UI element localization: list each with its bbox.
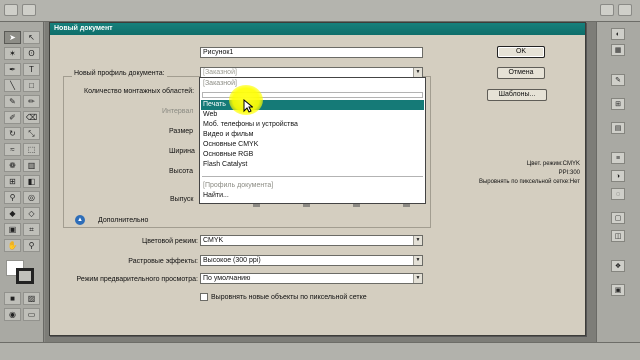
profile-label: Новый профиль документа:: [72, 69, 167, 78]
direct-selection-tool-icon[interactable]: ↖: [23, 31, 40, 44]
app-toolbar: [0, 0, 640, 22]
align-pixel-grid-checkbox[interactable]: [200, 293, 208, 301]
chevron-down-icon[interactable]: ▼: [413, 256, 422, 265]
profile-value: [Заказной]: [203, 69, 237, 76]
eraser-tool-icon[interactable]: ⌫: [23, 111, 40, 124]
toolbar-button[interactable]: [618, 4, 632, 16]
status-bar: [0, 342, 640, 360]
gradient-mode-icon[interactable]: ▨: [23, 292, 40, 305]
scale-tool-icon[interactable]: ⤡: [23, 127, 40, 140]
color-mode-select[interactable]: CMYK ▼: [200, 235, 423, 246]
mouse-cursor-icon: [243, 99, 253, 113]
selection-tool-icon[interactable]: ➤: [4, 31, 21, 44]
stroke-color-icon[interactable]: [16, 268, 34, 284]
info-pixel-grid: Выровнять по пиксельной сетке:Нет: [478, 179, 580, 185]
width-label: Ширина: [169, 148, 195, 155]
panel-gradient-icon[interactable]: ◑: [611, 170, 625, 182]
paintbrush-tool-icon[interactable]: ✎: [4, 95, 21, 108]
chevron-down-icon[interactable]: ▼: [413, 274, 422, 283]
chevron-down-icon[interactable]: ▼: [413, 68, 422, 77]
lasso-tool-icon[interactable]: ʘ: [23, 47, 40, 60]
blend-tool-icon[interactable]: ◎: [23, 191, 40, 204]
live-paint-tool-icon[interactable]: ◆: [4, 207, 21, 220]
size-label: Размер: [169, 128, 194, 135]
dropdown-item-basic-rgb[interactable]: Основные RGB: [201, 150, 424, 160]
raster-effects-select[interactable]: Высокое (300 ppi) ▼: [200, 255, 423, 266]
panel-swatches-icon[interactable]: ▦: [611, 44, 625, 56]
ok-button[interactable]: OK: [497, 46, 545, 58]
gradient-tool-icon[interactable]: ◧: [23, 175, 40, 188]
mesh-tool-icon[interactable]: ⊞: [4, 175, 21, 188]
pencil-tool-icon[interactable]: ✏: [23, 95, 40, 108]
advanced-expand-icon[interactable]: ▲: [75, 215, 85, 225]
eyedropper-tool-icon[interactable]: ⚲: [4, 191, 21, 204]
dialog-title: Новый документ: [50, 23, 585, 35]
info-ppi: PPI:300: [558, 170, 580, 176]
interval-label: Интервал: [162, 108, 194, 115]
toolbar-button[interactable]: [4, 4, 18, 16]
preview-mode-label: Режим предварительного просмотра:: [76, 276, 198, 283]
height-label: Высота: [169, 168, 194, 175]
artboards-label: Количество монтажных областей:: [84, 88, 195, 95]
panel-align-icon[interactable]: ▤: [611, 122, 625, 134]
rectangle-tool-icon[interactable]: □: [23, 79, 40, 92]
dropdown-item-basic-cmyk[interactable]: Основные CMYK: [201, 140, 424, 150]
slice-tool-icon[interactable]: ⌗: [23, 223, 40, 236]
advanced-label: Дополнительно: [98, 217, 149, 224]
free-transform-tool-icon[interactable]: ⬚: [23, 143, 40, 156]
dropdown-item-find[interactable]: Найти...: [201, 191, 424, 201]
rotate-tool-icon[interactable]: ↻: [4, 127, 21, 140]
dropdown-separator: [202, 176, 423, 177]
color-mode-icon[interactable]: ■: [4, 292, 21, 305]
toolbar-button[interactable]: [22, 4, 36, 16]
panel-layers-icon[interactable]: ◫: [611, 230, 625, 242]
color-mode-value: CMYK: [203, 237, 224, 244]
symbol-sprayer-tool-icon[interactable]: ❁: [4, 159, 21, 172]
pen-tool-icon[interactable]: ✒: [4, 63, 21, 76]
toolbar-button[interactable]: [600, 4, 614, 16]
panel-graphic-styles-icon[interactable]: ▣: [611, 284, 625, 296]
info-color-mode: Цвет. режим:CMYK: [526, 161, 580, 167]
raster-effects-label: Растровые эффекты:: [128, 258, 198, 265]
panel-symbols-icon[interactable]: ❖: [611, 260, 625, 272]
color-mode-label: Цветовой режим:: [142, 238, 198, 245]
panel-color-icon[interactable]: ◐: [611, 28, 625, 40]
type-tool-icon[interactable]: T: [23, 63, 40, 76]
panel-transform-icon[interactable]: ⊞: [611, 98, 625, 110]
artboard-tool-icon[interactable]: ▣: [4, 223, 21, 236]
dropdown-item-video[interactable]: Видео и фильм: [201, 130, 424, 140]
zoom-tool-icon[interactable]: ⚲: [23, 239, 40, 252]
document-name-input[interactable]: Рисунок1: [200, 47, 423, 58]
blob-brush-tool-icon[interactable]: ✐: [4, 111, 21, 124]
dropdown-item-mobile[interactable]: Моб. телефоны и устройства: [201, 120, 424, 130]
raster-effects-value: Высокое (300 ppi): [203, 257, 261, 264]
bleed-label: Выпуск: [170, 196, 194, 203]
panel-appearance-icon[interactable]: ▢: [611, 212, 625, 224]
align-pixel-grid-label: Выровнять новые объекты по пиксельной се…: [211, 294, 367, 301]
tools-panel: ➤ ↖ ✶ ʘ ✒ T ╲ □ ✎ ✏ ✐ ⌫ ↻ ⤡ ≈ ⬚ ❁ ▥ ⊞ ◧ …: [0, 22, 44, 342]
hand-tool-icon[interactable]: ✋: [4, 239, 21, 252]
warp-tool-icon[interactable]: ≈: [4, 143, 21, 156]
panels-dock: ◐ ▦ ✎ ⊞ ▤ ≡ ◑ ◌ ▢ ◫ ❖ ▣: [596, 22, 640, 342]
graph-tool-icon[interactable]: ▥: [23, 159, 40, 172]
panel-stroke-icon[interactable]: ≡: [611, 152, 625, 164]
draw-mode-icon[interactable]: ◉: [4, 308, 21, 321]
panel-transparency-icon[interactable]: ◌: [611, 188, 625, 200]
line-tool-icon[interactable]: ╲: [4, 79, 21, 92]
live-paint-select-tool-icon[interactable]: ◇: [23, 207, 40, 220]
templates-button[interactable]: Шаблоны...: [487, 89, 547, 101]
chevron-down-icon[interactable]: ▼: [413, 236, 422, 245]
screen-mode-icon[interactable]: ▭: [23, 308, 40, 321]
panel-brushes-icon[interactable]: ✎: [611, 74, 625, 86]
cancel-button[interactable]: Отмена: [497, 67, 545, 79]
magic-wand-tool-icon[interactable]: ✶: [4, 47, 21, 60]
dropdown-item-document-profile[interactable]: [Профиль документа]: [201, 181, 424, 191]
preview-mode-select[interactable]: По умолчанию ▼: [200, 273, 423, 284]
dropdown-item-flash-catalyst[interactable]: Flash Catalyst: [201, 160, 424, 170]
preview-mode-value: По умолчанию: [203, 275, 251, 282]
